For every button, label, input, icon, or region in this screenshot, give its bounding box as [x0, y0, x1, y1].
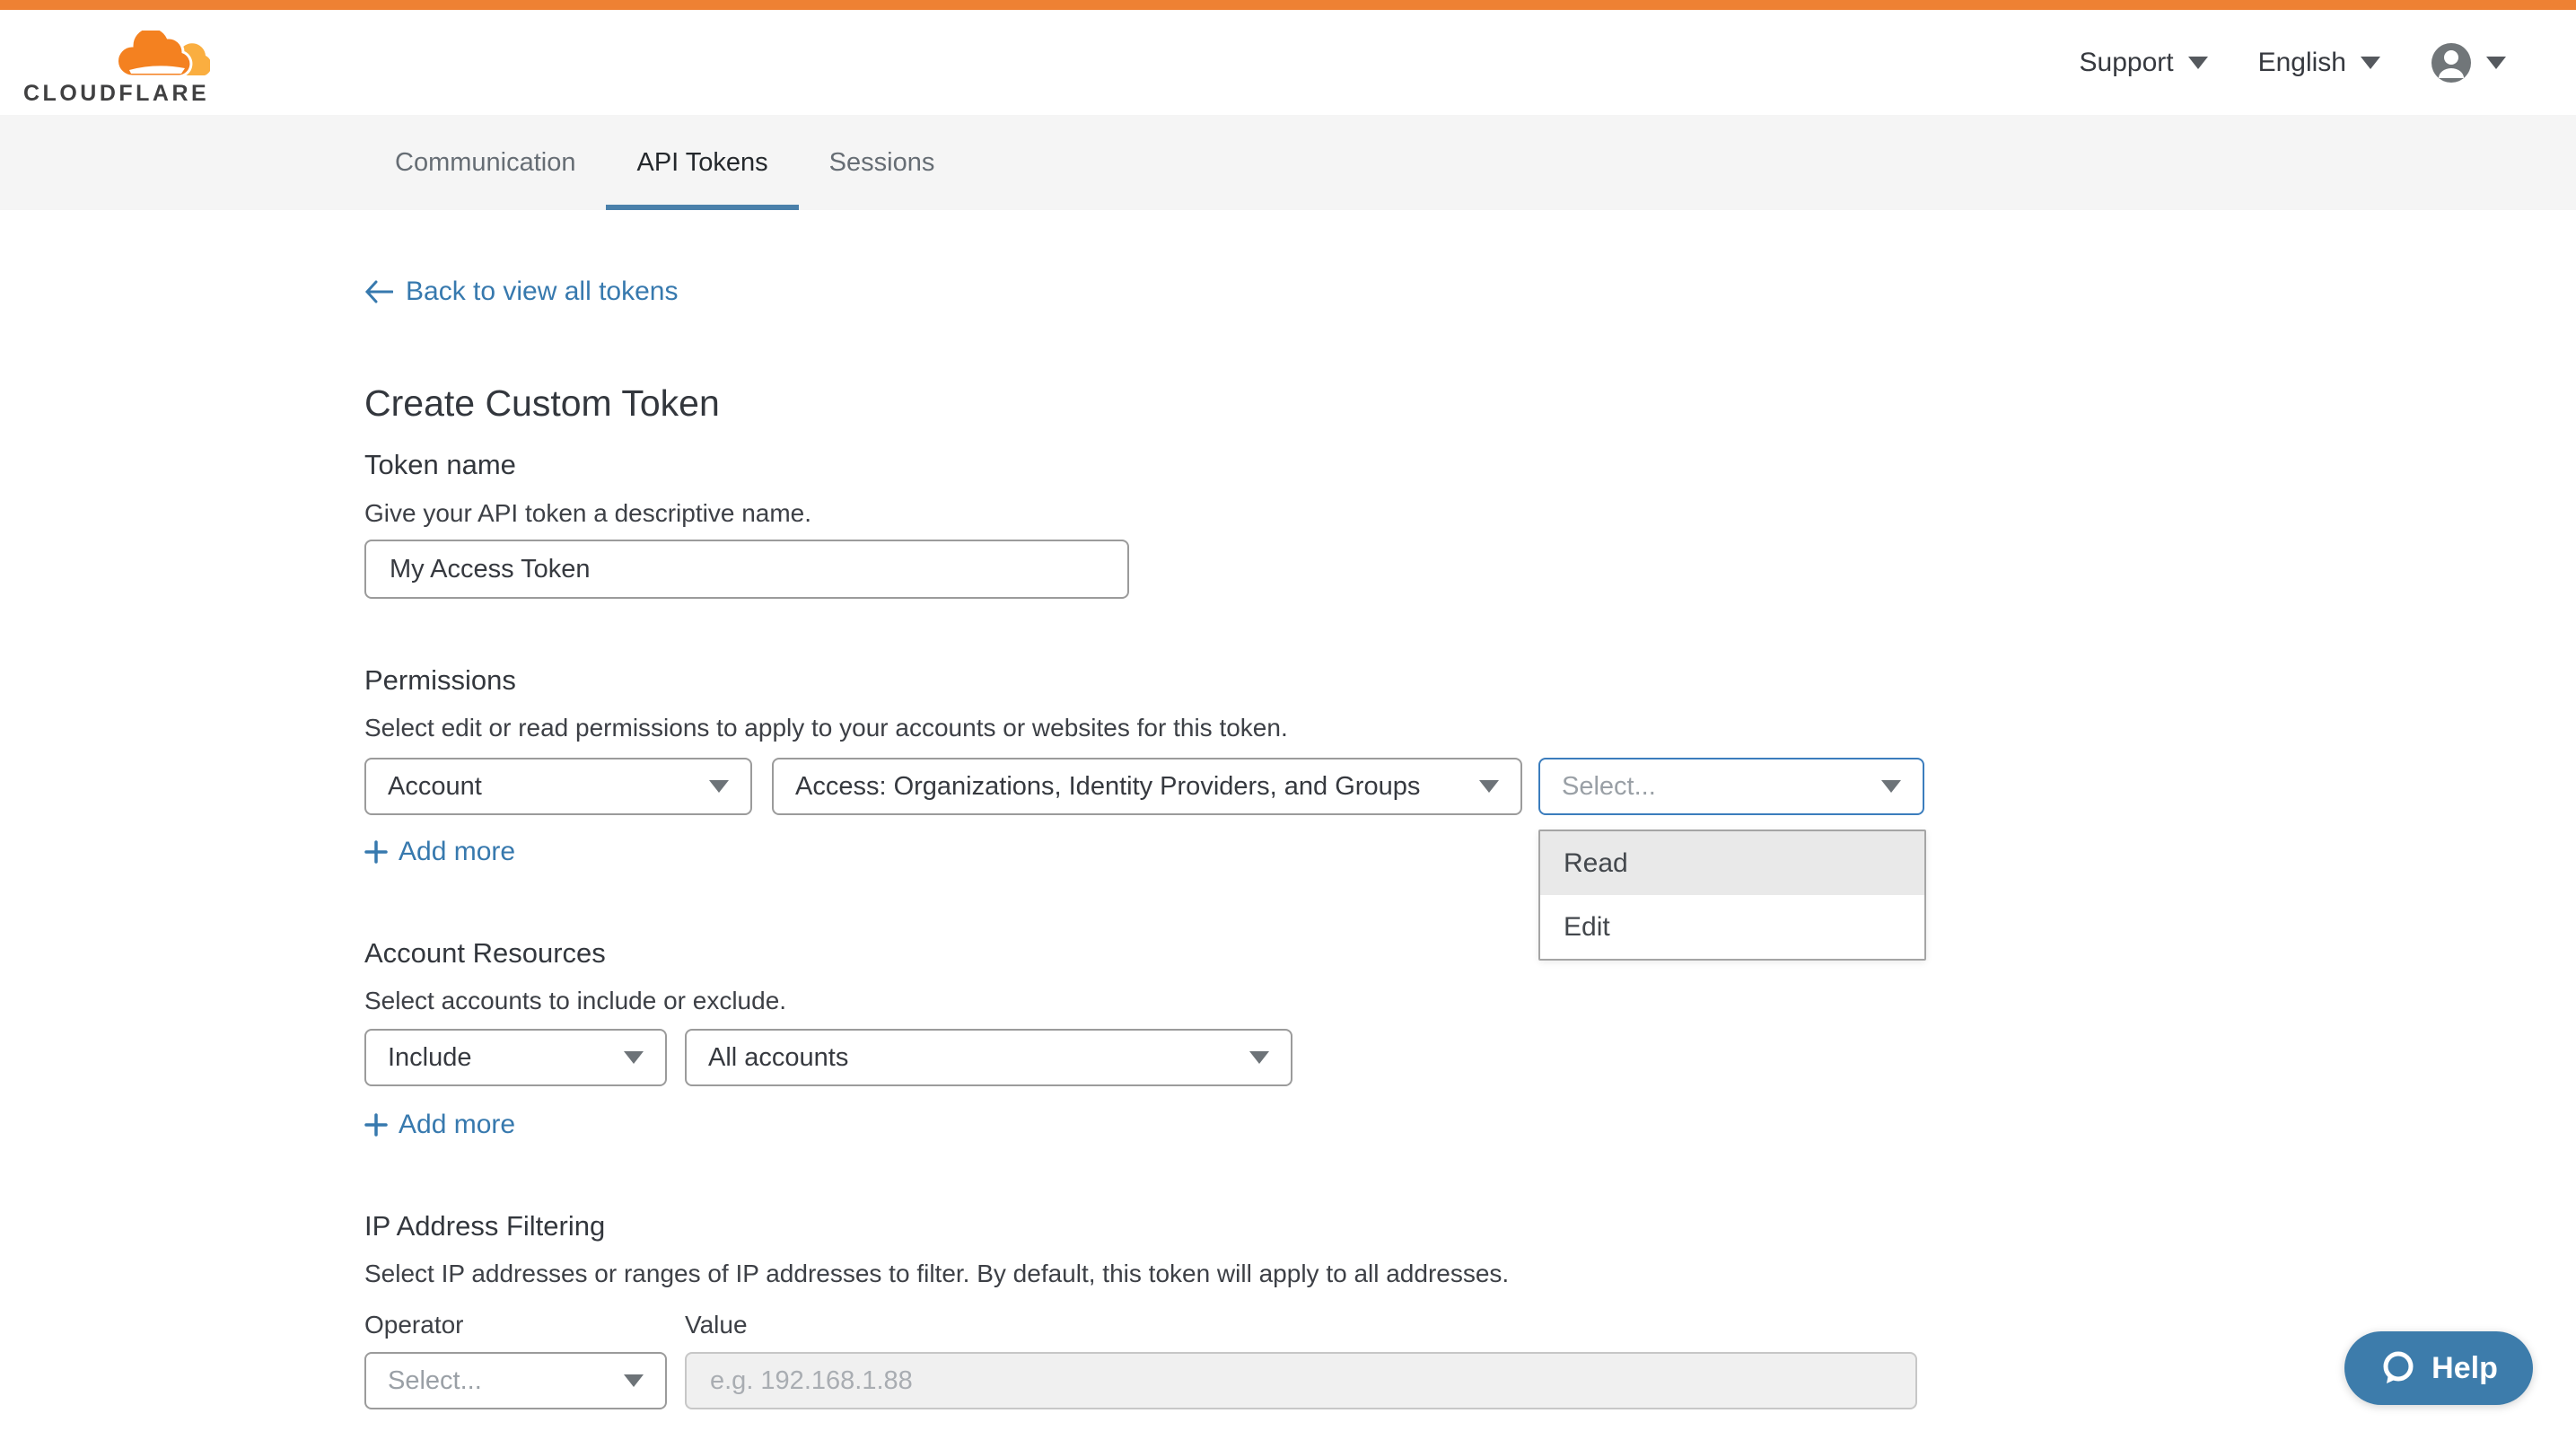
help-button[interactable]: Help — [2344, 1331, 2533, 1405]
chevron-down-icon — [1249, 1051, 1269, 1064]
cloudflare-wordmark: CLOUDFLARE — [23, 81, 214, 107]
tab-label: Communication — [395, 148, 575, 178]
tab-label: API Tokens — [636, 148, 767, 178]
token-name-heading: Token name — [364, 448, 2576, 482]
resource-accounts-value: All accounts — [708, 1043, 848, 1073]
chevron-down-icon — [624, 1051, 644, 1064]
access-dropdown-menu: Read Edit — [1538, 830, 1926, 961]
ip-operator-placeholder: Select... — [388, 1366, 482, 1396]
ip-filtering-description: Select IP addresses or ranges of IP addr… — [364, 1259, 2576, 1289]
resource-mode-select[interactable]: Include — [364, 1029, 667, 1086]
token-name-input[interactable] — [364, 540, 1129, 599]
account-resources-row: Include All accounts — [364, 1029, 2576, 1086]
chevron-down-icon — [624, 1374, 644, 1387]
chevron-down-icon — [2361, 57, 2380, 69]
ip-filtering-section: IP Address Filtering Select IP addresses… — [364, 1209, 2576, 1409]
cloudflare-cloud-icon — [117, 31, 210, 79]
account-resources-section: Account Resources Select accounts to inc… — [364, 936, 2576, 1141]
menu-item-edit[interactable]: Edit — [1540, 895, 1924, 959]
arrow-left-icon — [364, 280, 393, 303]
ip-value-input[interactable] — [685, 1352, 1917, 1409]
language-menu-label: English — [2258, 48, 2346, 78]
tab-api-tokens[interactable]: API Tokens — [606, 115, 798, 210]
menu-item-label: Edit — [1564, 912, 1610, 943]
permissions-description: Select edit or read permissions to apply… — [364, 713, 2576, 743]
brand-accent-bar — [0, 0, 2576, 10]
chevron-down-icon — [1479, 780, 1499, 793]
add-more-label: Add more — [399, 837, 515, 867]
help-button-label: Help — [2431, 1351, 2498, 1386]
operator-label: Operator — [364, 1311, 685, 1339]
account-menu[interactable] — [2431, 42, 2506, 83]
plus-icon — [364, 840, 388, 864]
language-menu[interactable]: English — [2258, 48, 2380, 78]
account-resources-add-more-link[interactable]: Add more — [364, 1110, 515, 1140]
support-menu[interactable]: Support — [2080, 48, 2208, 78]
chevron-down-icon — [2188, 57, 2208, 69]
menu-item-read[interactable]: Read — [1540, 831, 1924, 895]
ip-filtering-row: Select... — [364, 1352, 2576, 1409]
chevron-down-icon — [709, 780, 729, 793]
profile-tab-bar: Communication API Tokens Sessions — [0, 115, 2576, 210]
chevron-down-icon — [1881, 780, 1901, 793]
ip-operator-select[interactable]: Select... — [364, 1352, 667, 1409]
support-menu-label: Support — [2080, 48, 2174, 78]
chat-bubble-icon — [2379, 1349, 2417, 1387]
permissions-section: Permissions Select edit or read permissi… — [364, 663, 2576, 868]
resource-mode-value: Include — [388, 1043, 472, 1073]
permissions-row: Account Access: Organizations, Identity … — [364, 758, 2576, 815]
permission-access-select[interactable]: Select... — [1538, 758, 1924, 815]
token-name-description: Give your API token a descriptive name. — [364, 498, 2576, 529]
header: CLOUDFLARE Support English — [0, 10, 2576, 115]
account-resources-heading: Account Resources — [364, 936, 2576, 970]
tab-communication[interactable]: Communication — [364, 115, 606, 210]
back-to-tokens-link[interactable]: Back to view all tokens — [364, 277, 678, 307]
plus-icon — [364, 1113, 388, 1137]
cloudflare-logo[interactable]: CLOUDFLARE — [23, 18, 214, 107]
permissions-add-more-link[interactable]: Add more — [364, 837, 515, 867]
account-resources-description: Select accounts to include or exclude. — [364, 986, 2576, 1016]
resource-accounts-select[interactable]: All accounts — [685, 1029, 1292, 1086]
permission-resource-select[interactable]: Access: Organizations, Identity Provider… — [772, 758, 1522, 815]
token-name-section: Token name Give your API token a descrip… — [364, 448, 2576, 599]
ip-filtering-labels: Operator Value — [364, 1311, 2576, 1339]
create-token-page: Back to view all tokens Create Custom To… — [0, 210, 2576, 1409]
user-avatar-icon — [2431, 42, 2472, 83]
permission-scope-value: Account — [388, 772, 482, 802]
page-title: Create Custom Token — [364, 382, 2576, 425]
menu-item-label: Read — [1564, 848, 1628, 879]
add-more-label: Add more — [399, 1110, 515, 1140]
permission-scope-select[interactable]: Account — [364, 758, 752, 815]
chevron-down-icon — [2486, 57, 2506, 69]
ip-filtering-heading: IP Address Filtering — [364, 1209, 2576, 1243]
value-label: Value — [685, 1311, 748, 1339]
back-link-label: Back to view all tokens — [406, 277, 678, 307]
permissions-heading: Permissions — [364, 663, 2576, 698]
tab-sessions[interactable]: Sessions — [799, 115, 966, 210]
header-nav: Support English — [2080, 42, 2506, 83]
permission-resource-value: Access: Organizations, Identity Provider… — [795, 772, 1420, 802]
permission-access-placeholder: Select... — [1562, 772, 1656, 802]
tab-label: Sessions — [829, 148, 935, 178]
